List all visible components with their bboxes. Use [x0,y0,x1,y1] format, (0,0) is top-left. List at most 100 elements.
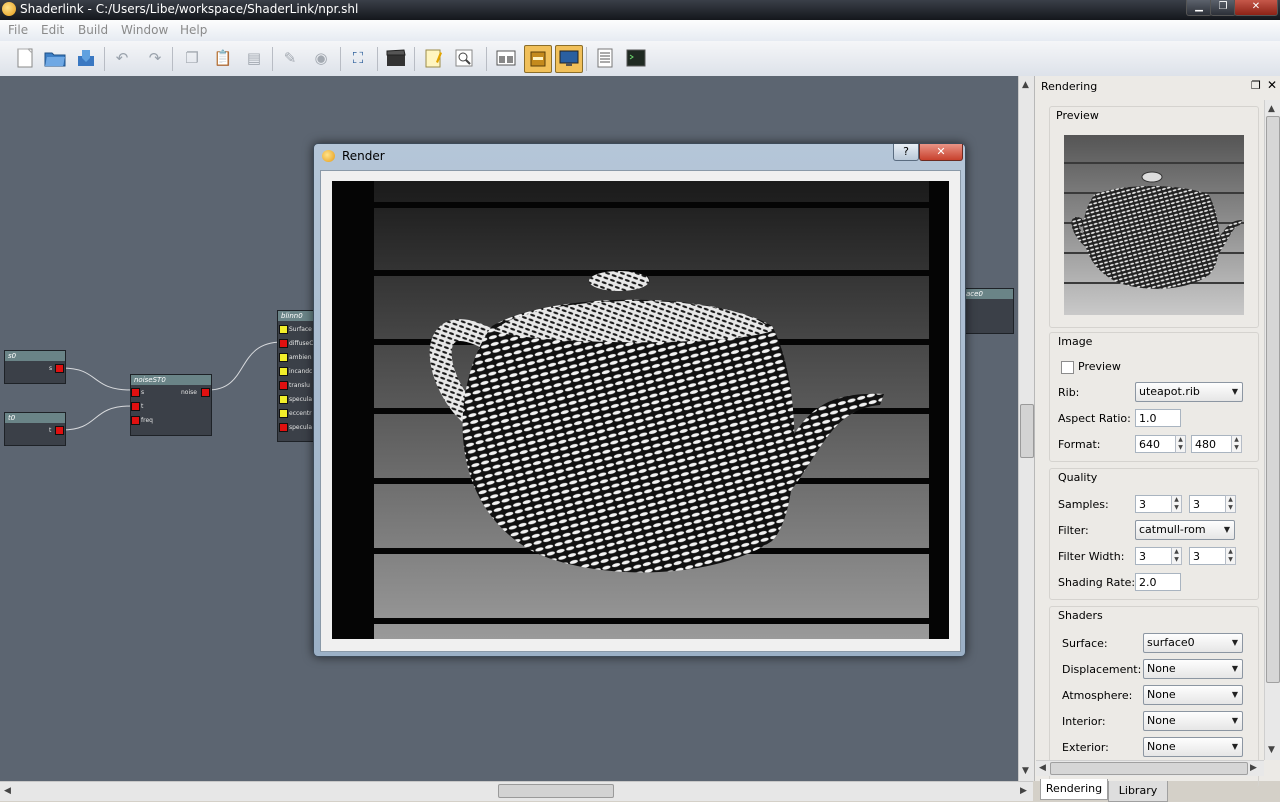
samples-y-input[interactable]: 3 [1189,495,1225,513]
samples-x-stepper[interactable]: ▲ ▼ [1171,495,1182,513]
format-height-input[interactable]: 480 [1191,435,1231,453]
scroll-thumb[interactable] [1020,404,1034,458]
node-s0[interactable]: s0 s [4,350,66,384]
scroll-left-icon[interactable]: ◀ [4,786,11,796]
samples-x-input[interactable]: 3 [1135,495,1171,513]
shading-rate-input[interactable]: 2.0 [1135,573,1181,591]
list-icon[interactable] [593,46,617,70]
scroll-thumb[interactable] [1266,116,1280,683]
dock-horizontal-scrollbar[interactable]: ◀ ▶ [1036,760,1264,776]
node-t0[interactable]: t0 t [4,412,66,446]
filter-width-x-input[interactable]: 3 [1135,547,1171,565]
surface-select[interactable]: surface0 ▼ [1143,633,1243,653]
format-width-input[interactable]: 640 [1135,435,1175,453]
scroll-down-icon[interactable]: ▼ [1268,745,1275,755]
input-port[interactable] [279,353,288,362]
preview-checkbox[interactable] [1061,361,1074,374]
node-blinn0[interactable]: blinn0 Surface diffuseC ambien incandc t… [277,310,316,442]
input-port[interactable] [279,339,288,348]
notepad-icon[interactable] [421,46,445,70]
layout-icon[interactable] [494,46,518,70]
output-port[interactable] [55,364,64,373]
aspect-ratio-input[interactable]: 1.0 [1135,409,1181,427]
scroll-down-icon[interactable]: ▼ [1022,766,1029,776]
samples-y-stepper[interactable]: ▲ ▼ [1225,495,1236,513]
paste-icon[interactable]: 📋 [211,46,235,70]
scroll-up-icon[interactable]: ▲ [1268,104,1275,114]
filter-select[interactable]: catmull-rom ▼ [1135,520,1235,540]
help-button[interactable]: ? [893,144,919,161]
exterior-select-value: None [1147,740,1176,753]
scroll-right-icon[interactable]: ▶ [1020,786,1027,796]
atmosphere-select[interactable]: None ▼ [1143,685,1243,705]
scroll-thumb[interactable] [1050,762,1248,775]
image-group-title: Image [1058,335,1093,348]
render-logo-icon [322,150,335,162]
input-port[interactable] [131,402,140,411]
render-close-button[interactable]: ✕ [919,144,963,161]
scroll-right-icon[interactable]: ▶ [1250,763,1257,773]
surface-select-value: surface0 [1147,636,1195,649]
output-port[interactable] [55,426,64,435]
input-port[interactable] [279,381,288,390]
rib-select[interactable]: uteapot.rib ▼ [1135,382,1243,402]
input-port[interactable] [279,395,288,404]
clapper-icon[interactable] [384,46,408,70]
input-port[interactable] [279,423,288,432]
dock-vertical-scrollbar[interactable]: ▲ ▼ [1264,100,1280,760]
menu-help[interactable]: Help [180,23,207,37]
canvas-horizontal-scrollbar[interactable]: ◀ ▶ [0,781,1033,801]
terminal-icon[interactable] [624,46,648,70]
render-dialog[interactable]: Render ? ✕ [313,143,966,657]
open-folder-icon[interactable] [43,46,67,70]
node-title: s0 [5,351,65,361]
rendered-teapot-image [332,181,949,639]
menu-file[interactable]: File [8,23,28,37]
maximize-button[interactable]: ❐ [1210,0,1236,16]
print-icon[interactable]: ▤ [242,46,266,70]
zoom-icon[interactable] [452,46,476,70]
redo-icon[interactable]: ↷ [143,46,167,70]
input-port[interactable] [279,409,288,418]
brush-icon[interactable]: ✎ [278,46,302,70]
dock-icon[interactable] [524,45,552,73]
copy-icon[interactable]: ❐ [180,46,204,70]
filter-width-y-stepper[interactable]: ▲ ▼ [1225,547,1236,565]
save-icon[interactable] [74,46,98,70]
close-button[interactable]: ✕ [1234,0,1278,16]
format-width-stepper[interactable]: ▲ ▼ [1175,435,1186,453]
input-port[interactable] [279,367,288,376]
surface-label: Surface: [1062,637,1108,650]
scroll-thumb[interactable] [498,784,614,798]
scroll-left-icon[interactable]: ◀ [1039,763,1046,773]
exterior-select[interactable]: None ▼ [1143,737,1243,757]
interior-select[interactable]: None ▼ [1143,711,1243,731]
input-port[interactable] [279,325,288,334]
input-port[interactable] [131,388,140,397]
filter-width-x-stepper[interactable]: ▲ ▼ [1171,547,1182,565]
menu-edit[interactable]: Edit [41,23,64,37]
sphere-icon[interactable]: ◉ [309,46,333,70]
preview-thumbnail [1064,135,1244,315]
undock-icon[interactable]: ❐ [1251,79,1261,92]
monitor-icon[interactable] [555,45,583,73]
menu-build[interactable]: Build [78,23,108,37]
node-surface0[interactable]: ace0 [960,288,1014,334]
displacement-select[interactable]: None ▼ [1143,659,1243,679]
canvas-vertical-scrollbar[interactable]: ▲ ▼ [1018,76,1034,781]
minimize-button[interactable]: ▁ [1186,0,1212,16]
scroll-up-icon[interactable]: ▲ [1022,80,1029,90]
filter-width-y-input[interactable]: 3 [1189,547,1225,565]
format-height-stepper[interactable]: ▲ ▼ [1231,435,1242,453]
tab-rendering[interactable]: Rendering [1040,779,1108,800]
tab-library[interactable]: Library [1108,781,1168,802]
fit-view-icon[interactable]: ⛶ [346,46,370,70]
image-group: Image Preview Rib: uteapot.rib ▼ Aspect R… [1049,332,1259,462]
undo-icon[interactable]: ↶ [110,46,134,70]
menu-window[interactable]: Window [121,23,168,37]
output-port[interactable] [201,388,210,397]
node-noisest0[interactable]: noiseST0 s t freq noise [130,374,212,436]
input-port[interactable] [131,416,140,425]
dock-close-icon[interactable]: ✕ [1267,78,1277,92]
new-file-icon[interactable] [13,46,37,70]
